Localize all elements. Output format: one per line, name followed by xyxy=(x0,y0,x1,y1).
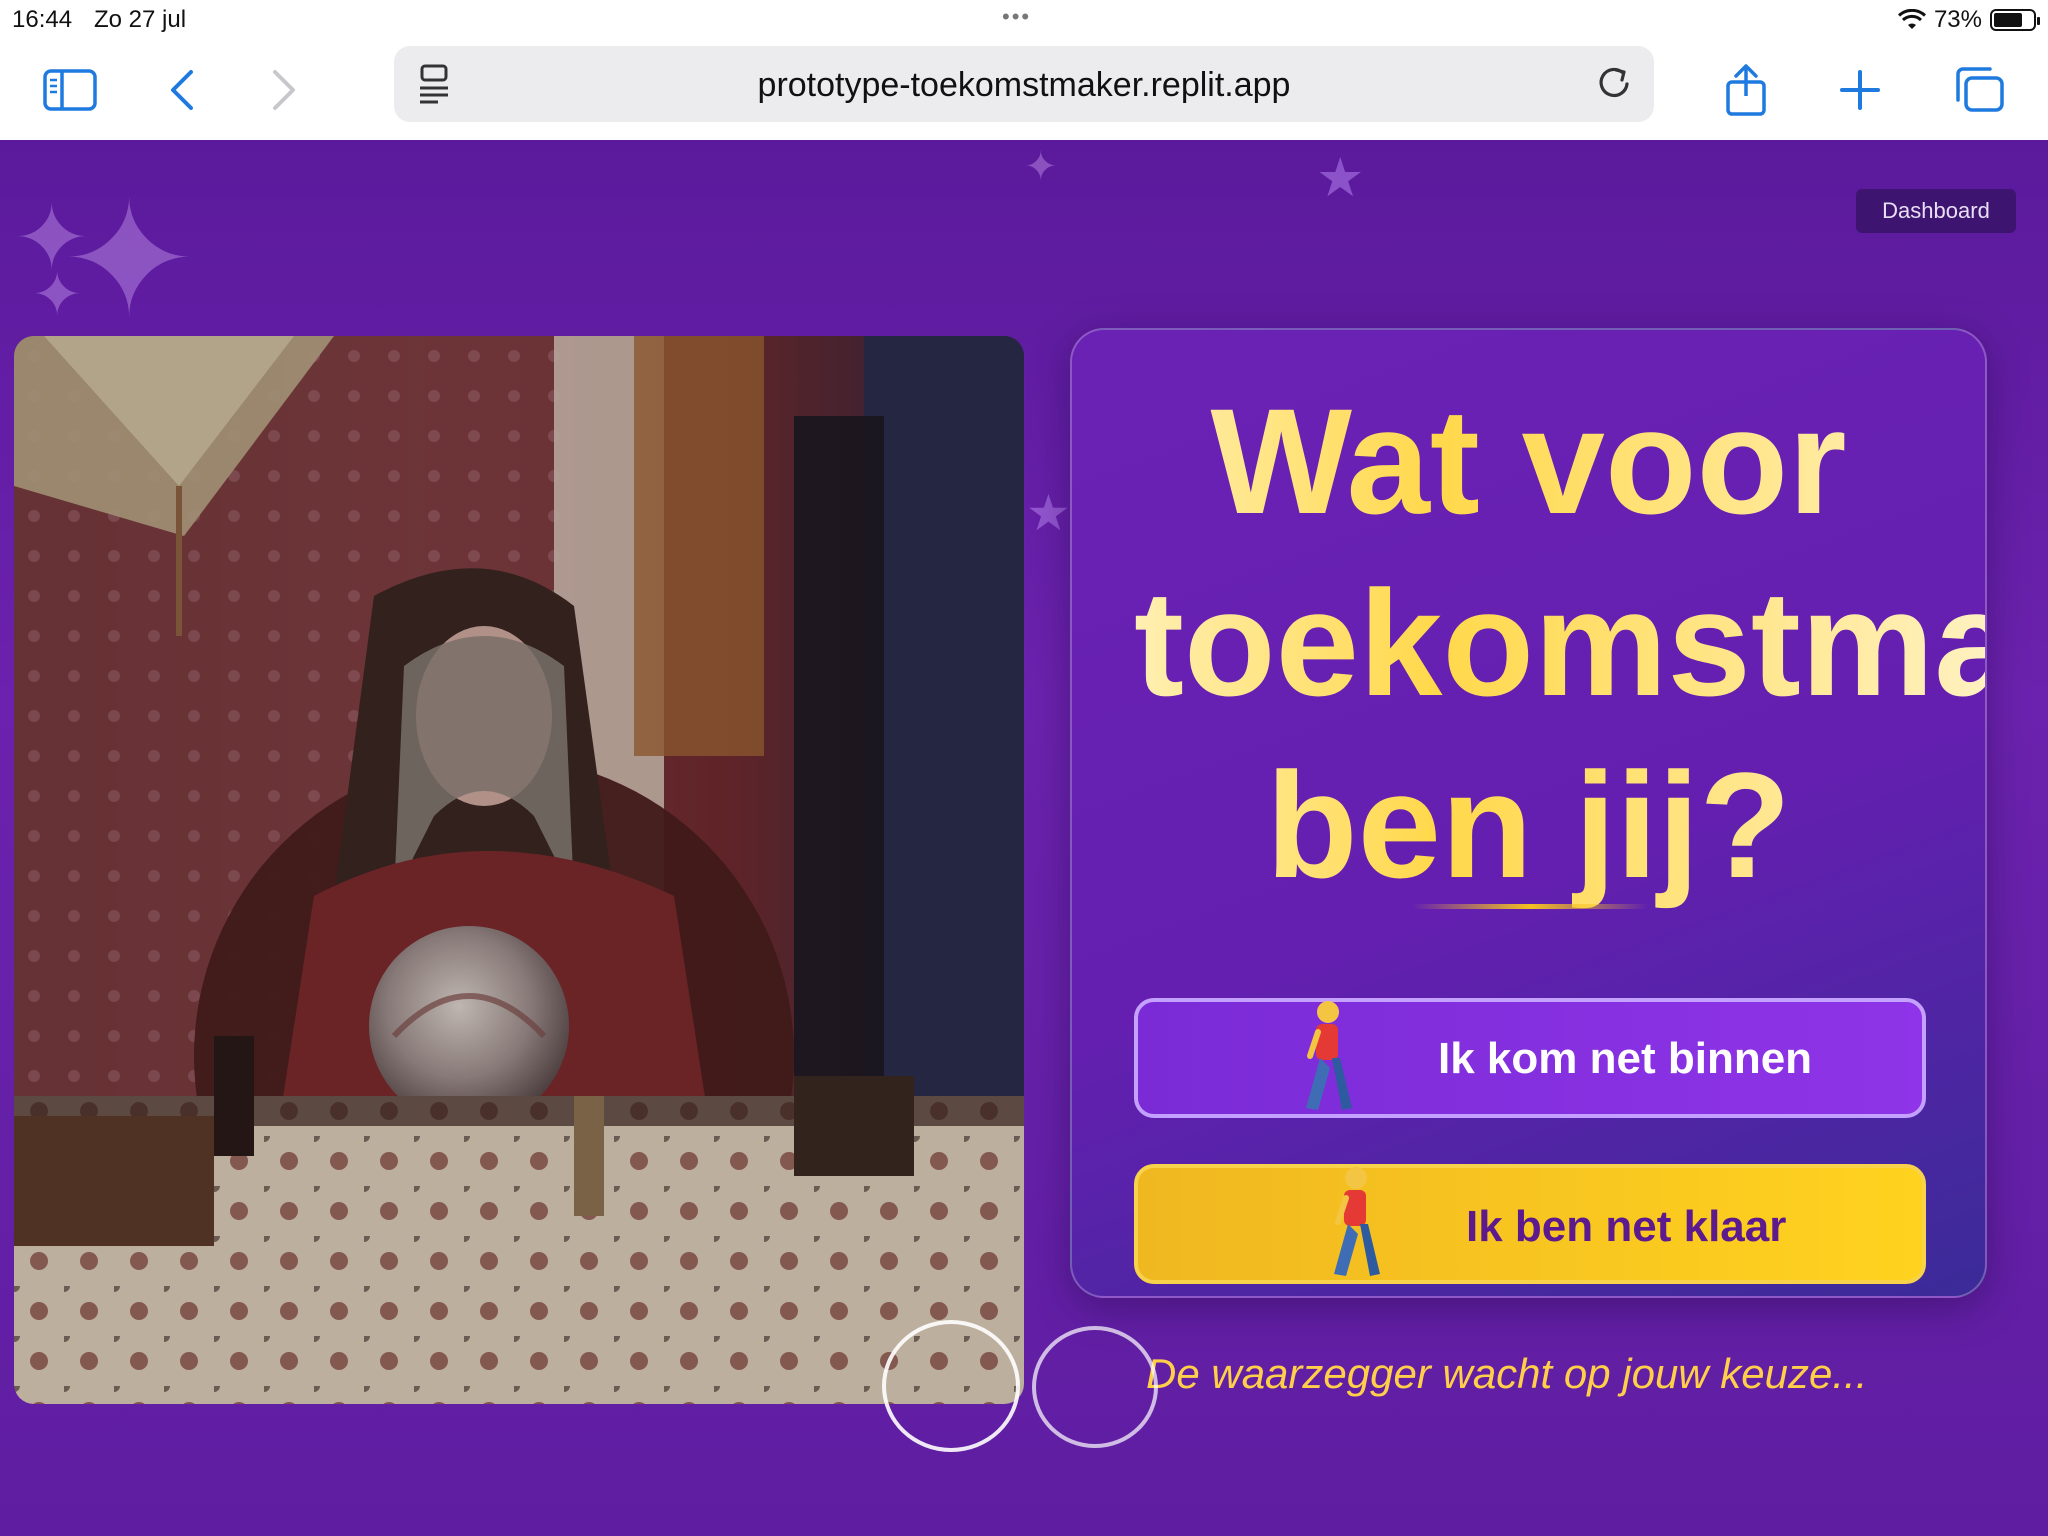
battery-fill xyxy=(1994,13,2022,27)
sparkle-icon: ✦ xyxy=(32,261,83,328)
finished-button-label: Ik ben net klaar xyxy=(1466,1202,1787,1251)
wifi-icon xyxy=(1897,9,1926,29)
dashboard-button[interactable]: Dashboard xyxy=(1856,189,2016,233)
walking-person-icon xyxy=(1306,1001,1352,1110)
new-tab-icon[interactable] xyxy=(1830,60,1890,120)
sidebar-icon[interactable] xyxy=(40,60,100,120)
browser-toolbar: prototype-toekomstmaker.replit.app xyxy=(0,40,2048,140)
battery-icon xyxy=(1990,9,2040,31)
status-bar: 16:44 Zo 27 jul ••• 73% xyxy=(0,0,2048,40)
status-date: Zo 27 jul xyxy=(94,6,187,33)
battery-percent: 73% xyxy=(1933,6,1982,33)
sparkle-icon: ✦ xyxy=(1024,145,1058,189)
star-icon: ★ xyxy=(1316,148,1365,208)
multitasking-dots-icon[interactable]: ••• xyxy=(1002,4,1031,30)
fortune-teller-image xyxy=(14,336,1024,1404)
finished-button[interactable]: Ik ben net klaar xyxy=(1134,1164,1926,1284)
forward-icon[interactable] xyxy=(254,60,314,120)
title-line-2: toekomstma xyxy=(1134,559,1987,727)
page-title: Wat voor toekomstma ben jij? xyxy=(1072,370,1985,916)
quiz-card: Wat voor toekomstma ben jij? Ik kom net … xyxy=(1070,328,1987,1298)
address-bar[interactable]: prototype-toekomstmaker.replit.app xyxy=(394,46,1654,122)
tagline: De waarzegger wacht op jouw keuze... xyxy=(1146,1350,1868,1397)
tabs-icon[interactable] xyxy=(1950,60,2010,120)
title-line-3: ben jij? xyxy=(1266,741,1791,909)
share-icon[interactable] xyxy=(1716,60,1776,120)
enter-button[interactable]: Ik kom net binnen xyxy=(1134,998,1926,1118)
url-text: prototype-toekomstmaker.replit.app xyxy=(757,66,1291,104)
status-time: 16:44 xyxy=(12,6,73,33)
title-line-1: Wat voor xyxy=(1210,377,1847,545)
touch-indicator-ring xyxy=(882,1320,1020,1452)
star-icon: ★ xyxy=(1026,485,1071,541)
web-page: ✦ ✦ ✦ ✦ ★ ★ Dashboard Wat voor toekomstm… xyxy=(0,140,2048,1536)
title-divider xyxy=(1412,904,1648,909)
back-icon[interactable] xyxy=(152,60,212,120)
reload-icon[interactable] xyxy=(1592,58,1636,113)
touch-indicator-ring xyxy=(1032,1326,1158,1448)
status-right: 73% xyxy=(1897,6,2040,34)
enter-button-label: Ik kom net binnen xyxy=(1438,1034,1813,1083)
walking-person-icon xyxy=(1334,1167,1380,1276)
